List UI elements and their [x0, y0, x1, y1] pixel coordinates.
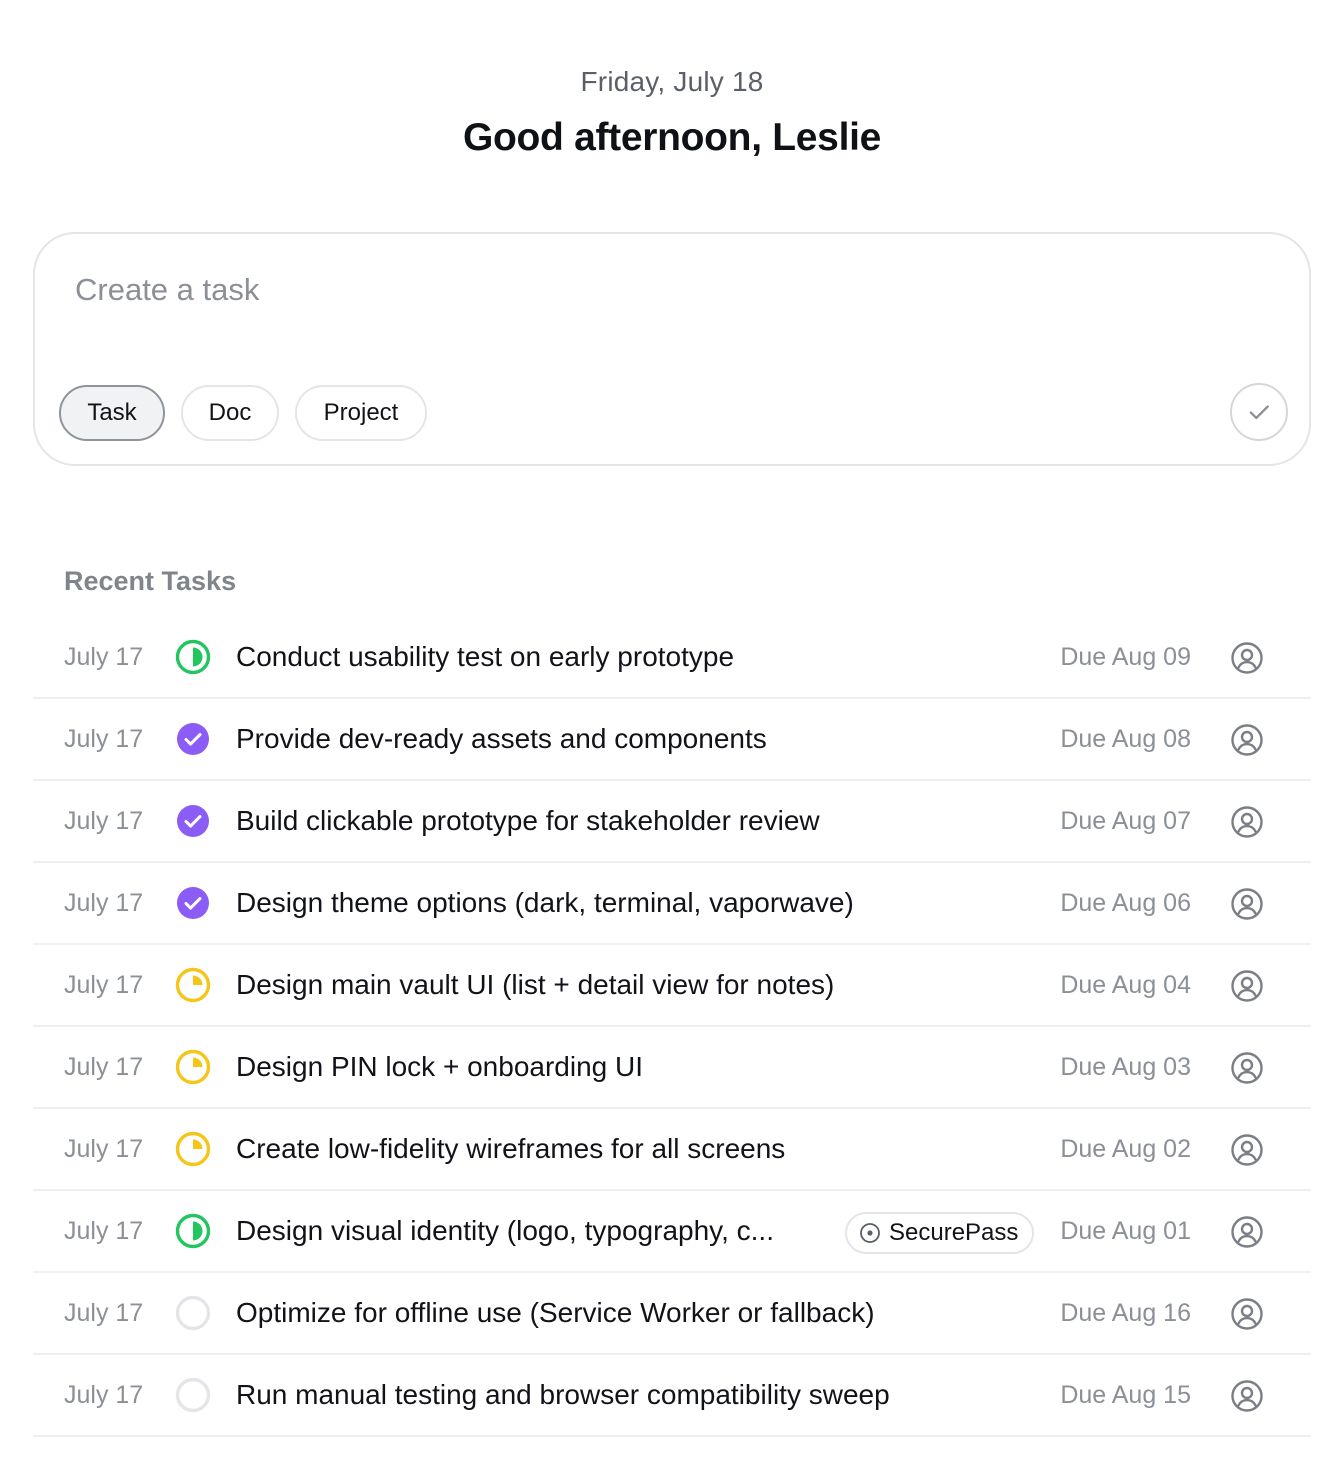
project-tag[interactable]: SecurePass [845, 1212, 1035, 1254]
task-composer: Task Doc Project [33, 232, 1311, 466]
status-done-icon[interactable] [175, 721, 211, 757]
task-title[interactable]: Build clickable prototype for stakeholde… [236, 781, 820, 861]
task-due-date: Due Aug 16 [1060, 1299, 1191, 1327]
status-in-progress-quarter-icon[interactable] [175, 1131, 211, 1167]
status-todo-icon[interactable] [175, 1377, 211, 1413]
recent-tasks-list: July 17 Conduct usability test on early p… [33, 617, 1311, 1437]
task-due-date: Due Aug 09 [1060, 643, 1191, 671]
task-row[interactable]: July 17 Optimize for offline use (Service… [33, 1273, 1311, 1355]
user-circle-icon[interactable] [1230, 1051, 1264, 1085]
task-created-date: July 17 [64, 1217, 144, 1245]
task-row[interactable]: July 17 Create low-fidelity wireframes fo… [33, 1109, 1311, 1191]
task-title[interactable]: Design PIN lock + onboarding UI [236, 1027, 643, 1107]
task-row[interactable]: July 17 Design visual identity (logo, typ… [33, 1191, 1311, 1273]
type-chip-doc[interactable]: Doc [181, 385, 279, 441]
user-circle-icon[interactable] [1230, 805, 1264, 839]
status-todo-icon[interactable] [175, 1295, 211, 1331]
task-due-date: Due Aug 06 [1060, 889, 1191, 917]
greeting-title: Good afternoon, Leslie [462, 116, 882, 159]
task-title[interactable]: Optimize for offline use (Service Worker… [236, 1273, 875, 1353]
user-circle-icon[interactable] [1230, 723, 1264, 757]
status-in-progress-quarter-icon[interactable] [175, 967, 211, 1003]
status-done-icon[interactable] [175, 803, 211, 839]
status-in-progress-half-icon[interactable] [175, 1213, 211, 1249]
task-created-date: July 17 [64, 1135, 144, 1163]
user-circle-icon[interactable] [1230, 969, 1264, 1003]
status-in-progress-half-icon[interactable] [175, 639, 211, 675]
task-row[interactable]: July 17 Conduct usability test on early p… [33, 617, 1311, 699]
user-circle-icon[interactable] [1230, 1379, 1264, 1413]
user-circle-icon[interactable] [1230, 641, 1264, 675]
task-due-date: Due Aug 07 [1060, 807, 1191, 835]
create-task-input[interactable] [75, 264, 1075, 316]
recent-tasks-heading: Recent Tasks [64, 566, 237, 596]
user-circle-icon[interactable] [1230, 1133, 1264, 1167]
type-chip-project[interactable]: Project [295, 385, 427, 441]
task-created-date: July 17 [64, 1299, 144, 1327]
task-row[interactable]: July 17 Design PIN lock + onboarding UI Du… [33, 1027, 1311, 1109]
project-tag-label: SecurePass [889, 1219, 1019, 1246]
user-circle-icon[interactable] [1230, 1297, 1264, 1331]
task-row[interactable]: July 17 Run manual testing and browser co… [33, 1355, 1311, 1437]
submit-task-button[interactable] [1230, 383, 1288, 441]
task-due-date: Due Aug 04 [1060, 971, 1191, 999]
task-row[interactable]: July 17 Design main vault UI (list + deta… [33, 945, 1311, 1027]
task-title[interactable]: Create low-fidelity wireframes for all s… [236, 1109, 785, 1189]
user-circle-icon[interactable] [1230, 1215, 1264, 1249]
task-due-date: Due Aug 08 [1060, 725, 1191, 753]
status-in-progress-quarter-icon[interactable] [175, 1049, 211, 1085]
task-created-date: July 17 [64, 971, 144, 999]
task-created-date: July 17 [64, 889, 144, 917]
status-done-icon[interactable] [175, 885, 211, 921]
task-created-date: July 17 [64, 1381, 144, 1409]
task-created-date: July 17 [64, 725, 144, 753]
task-title[interactable]: Design main vault UI (list + detail view… [236, 945, 834, 1025]
task-title[interactable]: Design theme options (dark, terminal, va… [236, 863, 854, 943]
task-created-date: July 17 [64, 1053, 144, 1081]
check-icon [1249, 405, 1269, 420]
task-row[interactable]: July 17 Design theme options (dark, termi… [33, 863, 1311, 945]
task-row[interactable]: July 17 Build clickable prototype for sta… [33, 781, 1311, 863]
task-title[interactable]: Provide dev-ready assets and components [236, 699, 767, 779]
target-icon [859, 1222, 881, 1244]
task-due-date: Due Aug 01 [1060, 1217, 1191, 1245]
task-due-date: Due Aug 03 [1060, 1053, 1191, 1081]
task-row[interactable]: July 17 Provide dev-ready assets and comp… [33, 699, 1311, 781]
user-circle-icon[interactable] [1230, 887, 1264, 921]
task-title[interactable]: Conduct usability test on early prototyp… [236, 617, 734, 697]
task-due-date: Due Aug 02 [1060, 1135, 1191, 1163]
task-title[interactable]: Design visual identity (logo, typography… [236, 1191, 820, 1271]
task-created-date: July 17 [64, 807, 144, 835]
task-created-date: July 17 [64, 643, 144, 671]
task-title[interactable]: Run manual testing and browser compatibi… [236, 1355, 890, 1435]
type-chip-task[interactable]: Task [59, 385, 165, 441]
current-date: Friday, July 18 [580, 66, 764, 97]
task-due-date: Due Aug 15 [1060, 1381, 1191, 1409]
